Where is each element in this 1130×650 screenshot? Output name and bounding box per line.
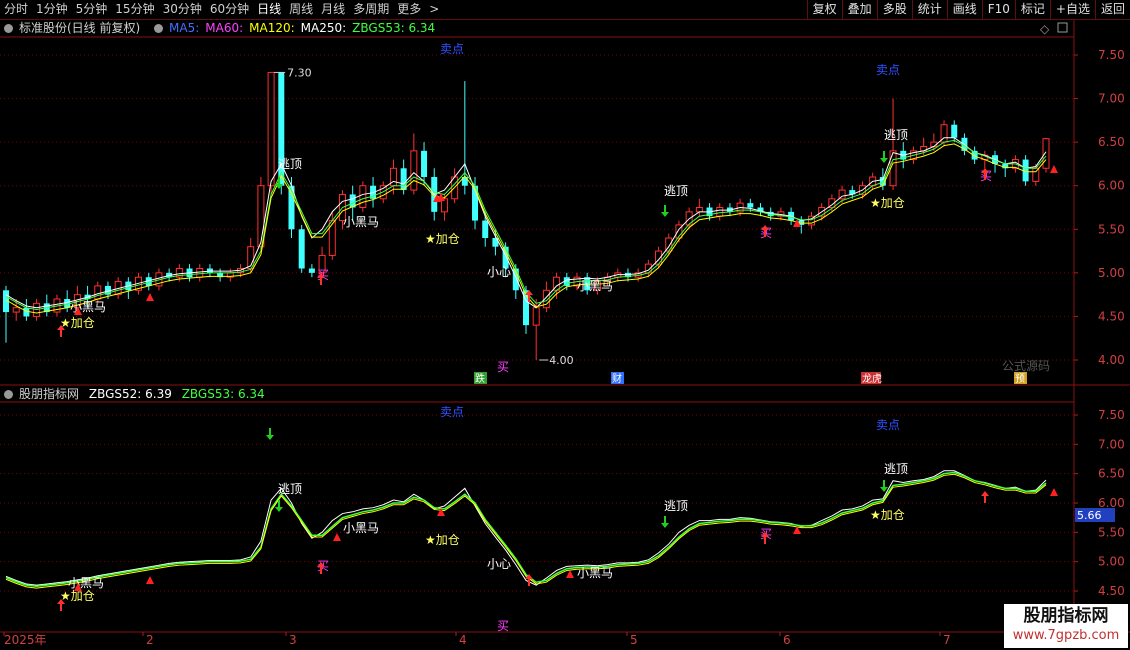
x-axis-label: 5	[630, 633, 638, 647]
escape-top-label-1: 逃顶	[278, 157, 302, 171]
sub-add-position-label-3: ★加仓	[870, 508, 905, 522]
site-watermark: 股朋指标网 www.7gpzb.com	[1004, 604, 1128, 648]
event-badge-text-0: 跌	[475, 372, 485, 385]
candle-body-up	[410, 150, 418, 191]
sub-y-tick-label: 6.00	[1098, 496, 1125, 510]
main-y-tick-label: 5.00	[1098, 266, 1125, 280]
sub-escape-top-label-1: 逃顶	[278, 482, 302, 496]
sub-add-position-label-2: ★加仓	[425, 533, 460, 547]
x-axis-label: 3	[289, 633, 297, 647]
sub-buy-label-2: 买	[497, 619, 509, 633]
main-y-tick-label: 6.50	[1098, 135, 1125, 149]
sub-sell-arrow-0	[266, 428, 274, 440]
panel-maximize-icon	[1057, 22, 1068, 33]
sub-red-signal-triangle	[333, 533, 341, 541]
main-y-tick-label: 7.00	[1098, 92, 1125, 106]
candle-body-up	[196, 268, 204, 278]
sub-escape-top-label-2: 逃顶	[664, 499, 688, 513]
sub-dark-horse-label-3: 小黑马	[577, 566, 613, 580]
x-axis-label: 4	[459, 633, 467, 647]
candle-body-up	[94, 285, 102, 300]
sell-point-label-1: 卖点	[440, 42, 464, 56]
watermark-url: www.7gpzb.com	[1012, 628, 1120, 643]
escape-top-label-2: 逃顶	[664, 184, 688, 198]
x-axis-label: 7	[943, 633, 951, 647]
sub-sell-point-label-2: 卖点	[876, 418, 900, 432]
sell-arrow-3	[880, 151, 888, 163]
sub-zbgs53-line	[5, 471, 1047, 588]
stock-chart[interactable]: 7.50 7.00 6.50 6.00 5.50 5.00 4.50 4.00 7.50 7.00…	[0, 0, 1130, 650]
caution-label: 小心	[487, 265, 511, 279]
candle-body-down	[298, 229, 305, 269]
dark-horse-label-3: 小黑马	[577, 279, 613, 293]
buy-label-1: 买	[317, 268, 329, 282]
escape-top-label-3: 逃顶	[884, 128, 908, 142]
sub-caution-label: 小心	[487, 557, 511, 571]
candle-body-down	[747, 203, 754, 208]
event-badge-text-1: 财	[612, 372, 622, 385]
candle-body-up	[267, 71, 275, 187]
dark-horse-label-1: 小黑马	[70, 300, 106, 314]
candle-body-up	[328, 220, 336, 256]
candle-body-up	[1042, 138, 1050, 169]
sub-y-tick-label: 4.50	[1098, 584, 1125, 598]
red-signal-triangle	[146, 293, 154, 301]
current-value-label: 5.66	[1077, 509, 1102, 522]
candle-body-down	[308, 268, 315, 273]
main-y-tick-label: 4.00	[1098, 353, 1125, 367]
dark-horse-label-2: 小黑马	[343, 215, 379, 229]
add-position-label-2: ★加仓	[425, 232, 460, 246]
candle-body-up	[716, 207, 724, 217]
main-y-tick-label: 7.50	[1098, 48, 1125, 62]
high-price-label: 7.30	[287, 66, 312, 79]
sub-yellow-line	[5, 473, 1047, 589]
event-badge-text-2: 龙虎	[862, 372, 882, 385]
buy-label-2: 买	[497, 360, 509, 374]
red-signal-triangle	[1050, 165, 1058, 173]
low-price-label: 4.00	[549, 354, 574, 367]
candle-body-up	[12, 307, 20, 313]
main-y-tick-label: 4.50	[1098, 309, 1125, 323]
sub-escape-top-label-3: 逃顶	[884, 462, 908, 476]
candle-body-up	[1032, 167, 1040, 182]
add-position-label-3: ★加仓	[870, 196, 905, 210]
sub-red-signal-triangle	[146, 576, 154, 584]
candle-body-down	[482, 220, 489, 238]
main-y-tick-label: 5.50	[1098, 222, 1125, 236]
sub-buy-arrow-5	[981, 491, 989, 503]
x-axis-label: 2025年	[4, 633, 47, 647]
sell-arrow-2	[661, 205, 669, 217]
sub-add-position-label-1: ★加仓	[60, 589, 95, 603]
candle-body-down	[23, 307, 30, 317]
sub-y-tick-label: 6.50	[1098, 467, 1125, 481]
sub-dark-horse-label-2: 小黑马	[343, 521, 379, 535]
sub-red-signal-triangle	[1050, 488, 1058, 496]
diamond-icon: ◇	[1040, 22, 1050, 36]
sub-sell-point-label-1: 卖点	[440, 405, 464, 419]
candle-body-up	[359, 185, 367, 208]
sub-y-tick-label: 5.50	[1098, 525, 1125, 539]
main-y-tick-label: 6.00	[1098, 179, 1125, 193]
sub-y-tick-label: 5.00	[1098, 555, 1125, 569]
sub-red-signal-triangle	[566, 570, 574, 578]
watermark-title: 股朋指标网	[1023, 606, 1109, 626]
candle-body-up	[532, 307, 540, 326]
x-axis-label: 2	[146, 633, 154, 647]
sub-sell-arrow-2	[661, 516, 669, 528]
sub-y-tick-label: 7.00	[1098, 437, 1125, 451]
sub-y-tick-label: 7.50	[1098, 408, 1125, 422]
candle-body-down	[951, 124, 958, 138]
add-position-label-1: ★加仓	[60, 316, 95, 330]
sub-sell-arrow-3	[880, 480, 888, 492]
sub-dark-horse-label-1: 小黑马	[68, 576, 104, 590]
candle-body-up	[695, 207, 703, 213]
x-axis-label: 6	[783, 633, 791, 647]
candle-body-down	[421, 150, 428, 177]
event-badge-text-3: 预	[1015, 373, 1025, 385]
sell-point-label-2: 卖点	[876, 63, 900, 77]
formula-watermark: 公式源码	[1002, 359, 1050, 373]
